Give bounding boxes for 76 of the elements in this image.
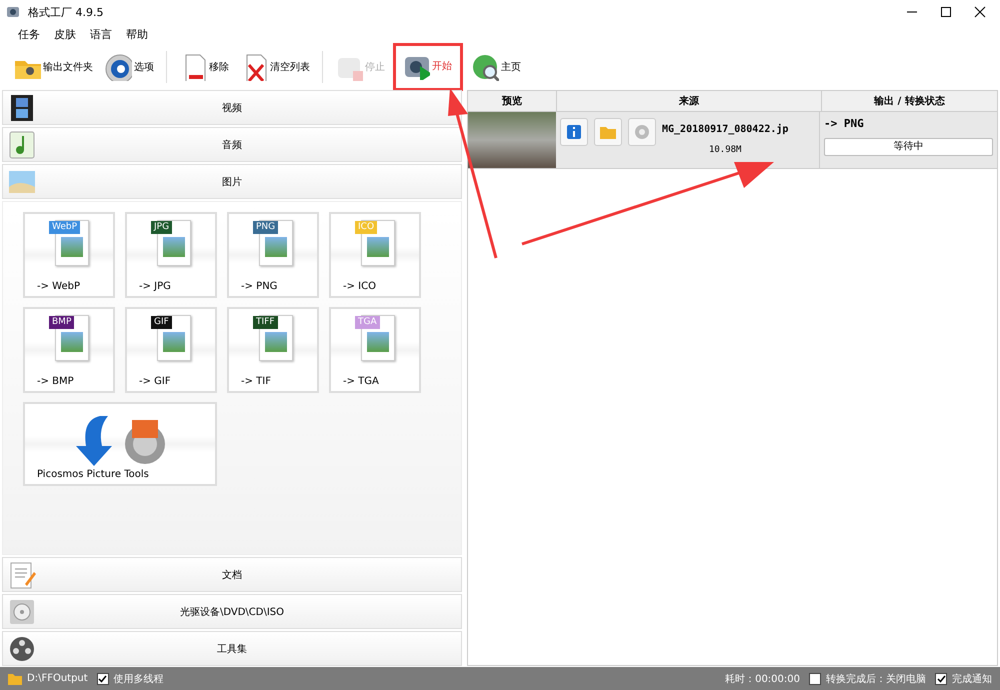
category-label: 音频 — [221, 138, 243, 152]
elapsed-time: 耗时：00:00:00 — [725, 672, 800, 686]
file-size: 10.98M — [708, 145, 742, 155]
folder-icon — [600, 125, 616, 139]
checkbox-label: 完成通知 — [952, 672, 992, 686]
column-header[interactable]: 预览 — [468, 91, 557, 111]
picture-thumbnail — [367, 237, 389, 257]
format-tile[interactable]: WebP -> WebP — [23, 212, 115, 298]
format-tile[interactable]: GIF -> GIF — [125, 307, 217, 393]
folder-icon — [8, 672, 22, 684]
file-type-badge: BMP — [49, 316, 74, 329]
menu-item[interactable]: 任务 — [18, 26, 40, 42]
category-header[interactable]: 视频 — [2, 90, 462, 125]
format-tile[interactable]: TIFF -> TIF — [227, 307, 319, 393]
status-field: 等待中 — [824, 138, 993, 156]
globe-magnifier-icon — [471, 53, 499, 81]
file-type-badge: TGA — [355, 316, 380, 329]
checkbox[interactable] — [935, 672, 947, 684]
category-label: 文档 — [221, 568, 243, 582]
toolbar-button[interactable]: 主页 — [468, 49, 524, 85]
category-header[interactable]: 图片 — [2, 164, 462, 199]
toolbar-button[interactable]: 移除 — [176, 49, 232, 85]
toolbar-button[interactable]: 输出文件夹 — [10, 49, 96, 85]
toolbar-button[interactable]: 选项 — [101, 49, 157, 85]
gear-icon — [104, 53, 132, 81]
category-header[interactable]: 工具集 — [2, 631, 462, 666]
file-type-badge: JPG — [151, 221, 172, 234]
category-header[interactable]: 光驱设备\DVD\CD\ISO — [2, 594, 462, 629]
category-label: 图片 — [221, 176, 243, 188]
menu-item[interactable]: 皮肤 — [54, 26, 76, 42]
column-header[interactable]: 输出 / 转换状态 — [822, 91, 997, 111]
info-button[interactable] — [560, 118, 588, 146]
file-type-badge: PNG — [253, 221, 278, 234]
category-header[interactable]: 文档 — [2, 557, 462, 592]
output-path: D:\FFOutput — [27, 673, 88, 684]
checkbox[interactable] — [809, 672, 821, 684]
window-title: 格式工厂 4.9.5 — [28, 4, 104, 20]
category-header[interactable]: 音频 — [2, 127, 462, 162]
picture-thumbnail — [61, 237, 83, 257]
picture-thumbnail — [265, 332, 287, 352]
format-tile[interactable]: ICO -> ICO — [329, 212, 421, 298]
info-icon — [567, 125, 581, 139]
toolbar-button[interactable]: 清空列表 — [237, 49, 313, 85]
table-row[interactable]: MG_20180917_080422.jp 10.98M -> PNG 等待中 — [468, 112, 997, 169]
file-type-badge: ICO — [355, 221, 378, 234]
maximize-icon — [940, 6, 952, 18]
category-label: 工具集 — [216, 642, 248, 656]
format-tile[interactable]: BMP -> BMP — [23, 307, 115, 393]
app-icon — [6, 5, 20, 19]
format-tile[interactable]: Picosmos Picture Tools — [23, 402, 217, 486]
settings-icon — [634, 124, 650, 140]
file-type-badge: GIF — [151, 316, 172, 329]
format-tile[interactable]: PNG -> PNG — [227, 212, 319, 298]
category-label: 视频 — [221, 102, 243, 114]
checkmark-icon — [98, 674, 108, 683]
category-label: 光驱设备\DVD\CD\ISO — [178, 606, 286, 618]
picture-thumbnail — [61, 332, 83, 352]
file-type-badge: TIFF — [253, 316, 278, 329]
column-header[interactable]: 来源 — [557, 91, 822, 111]
picture-thumbnail — [265, 237, 287, 257]
file-name: MG_20180917_080422.jp — [662, 124, 788, 135]
menu-item[interactable]: 语言 — [90, 26, 112, 42]
menu-item[interactable]: 帮助 — [126, 26, 148, 42]
format-tile[interactable]: TGA -> TGA — [329, 307, 421, 393]
checkmark-icon — [936, 674, 946, 683]
checkbox-label: 使用多线程 — [114, 672, 164, 686]
picture-thumbnail — [367, 332, 389, 352]
music-note-icon — [7, 130, 37, 160]
file-type-badge: WebP — [49, 221, 80, 234]
picture-thumbnail — [163, 237, 185, 257]
picture-thumbnail — [163, 332, 185, 352]
format-tile[interactable]: JPG -> JPG — [125, 212, 217, 298]
checkbox-label: 转换完成后：关闭电脑 — [826, 672, 926, 686]
checkbox[interactable] — [96, 672, 109, 684]
close-icon — [974, 6, 986, 18]
output-format: -> PNG — [824, 117, 865, 130]
